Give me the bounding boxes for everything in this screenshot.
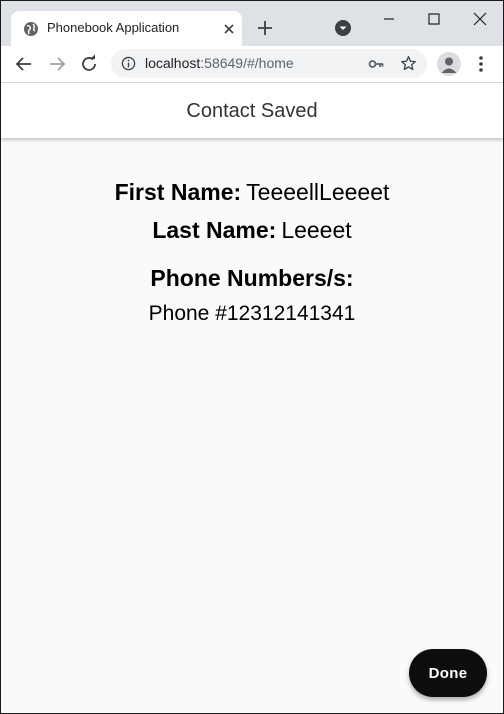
done-button[interactable]: Done	[409, 649, 487, 697]
app-bar: Contact Saved	[1, 83, 503, 138]
back-icon[interactable]	[14, 54, 34, 74]
forward-icon[interactable]	[47, 54, 67, 74]
info-icon[interactable]	[121, 56, 136, 71]
last-name-row: Last Name: Leeeet	[1, 217, 503, 244]
tab-title: Phonebook Application	[47, 20, 180, 35]
first-name-label: First Name:	[114, 179, 242, 205]
phone-list-item: Phone #12312141341	[1, 302, 503, 326]
phones-heading-row: Phone Numbers/s:	[1, 265, 503, 292]
app-content: Contact Saved First Name: TeeeellLeeeet L…	[1, 83, 503, 713]
browser-toolbar: localhost:58649/#/home	[1, 46, 503, 83]
key-icon[interactable]	[368, 56, 384, 72]
last-name-label: Last Name:	[152, 217, 277, 243]
reload-icon[interactable]	[79, 54, 99, 74]
url-host: localhost	[145, 55, 201, 71]
address-bar[interactable]: localhost:58649/#/home	[111, 49, 427, 78]
first-name-row: First Name: TeeeellLeeeet	[1, 179, 503, 206]
more-icon[interactable]	[472, 54, 490, 74]
url-path: :58649/#/home	[200, 55, 294, 71]
profile-icon[interactable]	[437, 52, 461, 76]
last-name-value: Leeeet	[281, 217, 352, 243]
phones-label: Phone Numbers/s:	[150, 265, 354, 291]
first-name-value: TeeeellLeeeet	[246, 179, 390, 205]
window-close-icon[interactable]	[470, 9, 490, 29]
browser-window: Phonebook Application localhost:58649/#/…	[0, 0, 504, 714]
globe-icon	[24, 22, 38, 36]
phone-number: Phone #12312141341	[148, 302, 356, 325]
url-text: localhost:58649/#/home	[145, 55, 294, 71]
tab-phonebook[interactable]: Phonebook Application	[11, 11, 242, 46]
page-title: Contact Saved	[186, 100, 318, 122]
close-icon[interactable]	[221, 21, 237, 37]
minimize-icon[interactable]	[379, 9, 399, 29]
star-icon[interactable]	[400, 55, 417, 72]
dropdown-icon[interactable]	[334, 19, 352, 37]
tab-strip: Phonebook Application	[1, 1, 503, 46]
maximize-icon[interactable]	[424, 9, 444, 29]
person-icon	[441, 57, 457, 73]
plus-icon[interactable]	[256, 19, 274, 37]
